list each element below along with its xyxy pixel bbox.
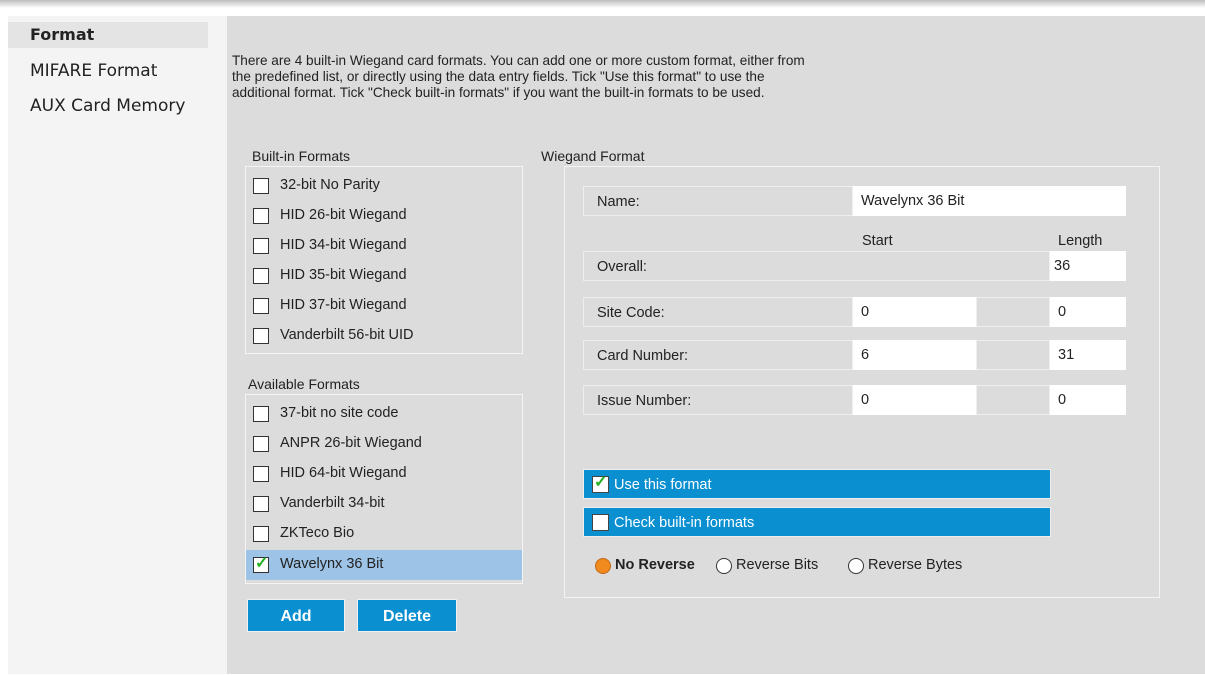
- overall-label: Overall:: [583, 251, 1050, 281]
- checkbox[interactable]: [253, 466, 269, 482]
- checkbox[interactable]: [253, 436, 269, 452]
- list-item-label: HID 35-bit Wiegand: [280, 267, 407, 283]
- sidebar-item-mifare-format[interactable]: MIFARE Format: [8, 58, 208, 84]
- list-item-label: 32-bit No Parity: [280, 177, 380, 193]
- radio-icon: [848, 558, 864, 574]
- available-formats-list: 37-bit no site code ANPR 26-bit Wiegand …: [245, 394, 523, 584]
- radio-label: Reverse Bytes: [868, 557, 963, 573]
- list-item[interactable]: HID 34-bit Wiegand: [246, 231, 522, 261]
- list-item-label: ZKTeco Bio: [280, 525, 355, 541]
- use-this-format-label: Use this format: [614, 477, 712, 493]
- check-builtin-formats-label: Check built-in formats: [614, 515, 755, 531]
- checkbox[interactable]: [253, 526, 269, 542]
- checkbox-checked[interactable]: ✓: [253, 555, 269, 573]
- list-item-label: HID 64-bit Wiegand: [280, 465, 407, 481]
- intro-line: the predefined list, or directly using t…: [232, 69, 765, 84]
- list-item[interactable]: HID 35-bit Wiegand: [246, 261, 522, 291]
- issue-number-start-input[interactable]: [853, 385, 976, 415]
- checkbox[interactable]: [253, 496, 269, 512]
- top-shadow: [0, 0, 1205, 8]
- start-header: Start: [862, 233, 893, 249]
- radio-label: Reverse Bits: [736, 557, 819, 573]
- checkmark-icon: ✓: [255, 555, 269, 572]
- issue-number-label: Issue Number:: [583, 385, 853, 415]
- card-number-start-input[interactable]: [853, 340, 976, 370]
- spacer-cell: [976, 340, 1050, 370]
- name-label: Name:: [583, 186, 853, 216]
- card-number-label: Card Number:: [583, 340, 853, 370]
- list-item-label: HID 26-bit Wiegand: [280, 207, 407, 223]
- list-item-selected[interactable]: ✓ Wavelynx 36 Bit: [246, 550, 522, 580]
- checkbox[interactable]: [592, 514, 609, 531]
- list-item-label: Vanderbilt 56-bit UID: [280, 327, 414, 343]
- issue-number-length-input[interactable]: [1050, 385, 1126, 415]
- radio-label: No Reverse: [615, 557, 695, 573]
- intro-line: There are 4 built-in Wiegand card format…: [232, 53, 805, 68]
- checkbox[interactable]: [253, 238, 269, 254]
- sidebar-item-format[interactable]: Format: [8, 22, 208, 48]
- use-this-format-toggle[interactable]: ✓ Use this format: [583, 469, 1051, 499]
- list-item[interactable]: 32-bit No Parity: [246, 171, 522, 201]
- site-code-start-input[interactable]: [853, 297, 976, 327]
- wiegand-format-title: Wiegand Format: [541, 148, 645, 164]
- list-item[interactable]: 37-bit no site code: [246, 399, 522, 429]
- list-item-label: Vanderbilt 34-bit: [280, 495, 385, 511]
- check-builtin-formats-toggle[interactable]: Check built-in formats: [583, 507, 1051, 537]
- checkbox[interactable]: [253, 406, 269, 422]
- list-item-label: HID 37-bit Wiegand: [280, 297, 407, 313]
- list-item[interactable]: Vanderbilt 56-bit UID: [246, 321, 522, 351]
- sidebar-item-aux-card-memory[interactable]: AUX Card Memory: [8, 93, 208, 119]
- radio-reverse-bits[interactable]: Reverse Bits: [716, 557, 836, 575]
- spacer-cell: [976, 297, 1050, 327]
- available-formats-title: Available Formats: [248, 376, 360, 392]
- list-item[interactable]: ANPR 26-bit Wiegand: [246, 429, 522, 459]
- delete-button[interactable]: Delete: [357, 599, 457, 632]
- length-header: Length: [1058, 233, 1103, 249]
- list-item-label: 37-bit no site code: [280, 405, 399, 421]
- site-code-label: Site Code:: [583, 297, 853, 327]
- checkbox[interactable]: [253, 268, 269, 284]
- sidebar: Format MIFARE Format AUX Card Memory: [8, 16, 227, 674]
- checkbox[interactable]: [253, 208, 269, 224]
- intro-text: There are 4 built-in Wiegand card format…: [232, 53, 1012, 101]
- list-item-label: HID 34-bit Wiegand: [280, 237, 407, 253]
- intro-line: additional format. Tick "Check built-in …: [232, 85, 765, 100]
- checkmark-icon: ✓: [594, 474, 608, 491]
- builtin-formats-list: 32-bit No Parity HID 26-bit Wiegand HID …: [245, 166, 523, 354]
- checkbox[interactable]: [253, 298, 269, 314]
- list-item[interactable]: Vanderbilt 34-bit: [246, 489, 522, 519]
- overall-length-input[interactable]: [1050, 251, 1126, 281]
- radio-icon: [716, 558, 732, 574]
- checkbox-checked[interactable]: ✓: [592, 474, 609, 493]
- checkbox[interactable]: [253, 178, 269, 194]
- radio-reverse-bytes[interactable]: Reverse Bytes: [848, 557, 988, 575]
- list-item-label: Wavelynx 36 Bit: [280, 556, 384, 572]
- name-input[interactable]: [853, 186, 1126, 216]
- radio-no-reverse[interactable]: No Reverse: [595, 557, 713, 575]
- site-code-length-input[interactable]: [1050, 297, 1126, 327]
- list-item[interactable]: HID 64-bit Wiegand: [246, 459, 522, 489]
- builtin-formats-title: Built-in Formats: [252, 148, 351, 164]
- list-item[interactable]: HID 26-bit Wiegand: [246, 201, 522, 231]
- card-number-length-input[interactable]: [1050, 340, 1126, 370]
- list-item[interactable]: HID 37-bit Wiegand: [246, 291, 522, 321]
- list-item-label: ANPR 26-bit Wiegand: [280, 435, 422, 451]
- checkbox[interactable]: [253, 328, 269, 344]
- add-button[interactable]: Add: [247, 599, 345, 632]
- radio-selected-icon: [595, 558, 611, 574]
- spacer-cell: [976, 385, 1050, 415]
- list-item[interactable]: ZKTeco Bio: [246, 519, 522, 549]
